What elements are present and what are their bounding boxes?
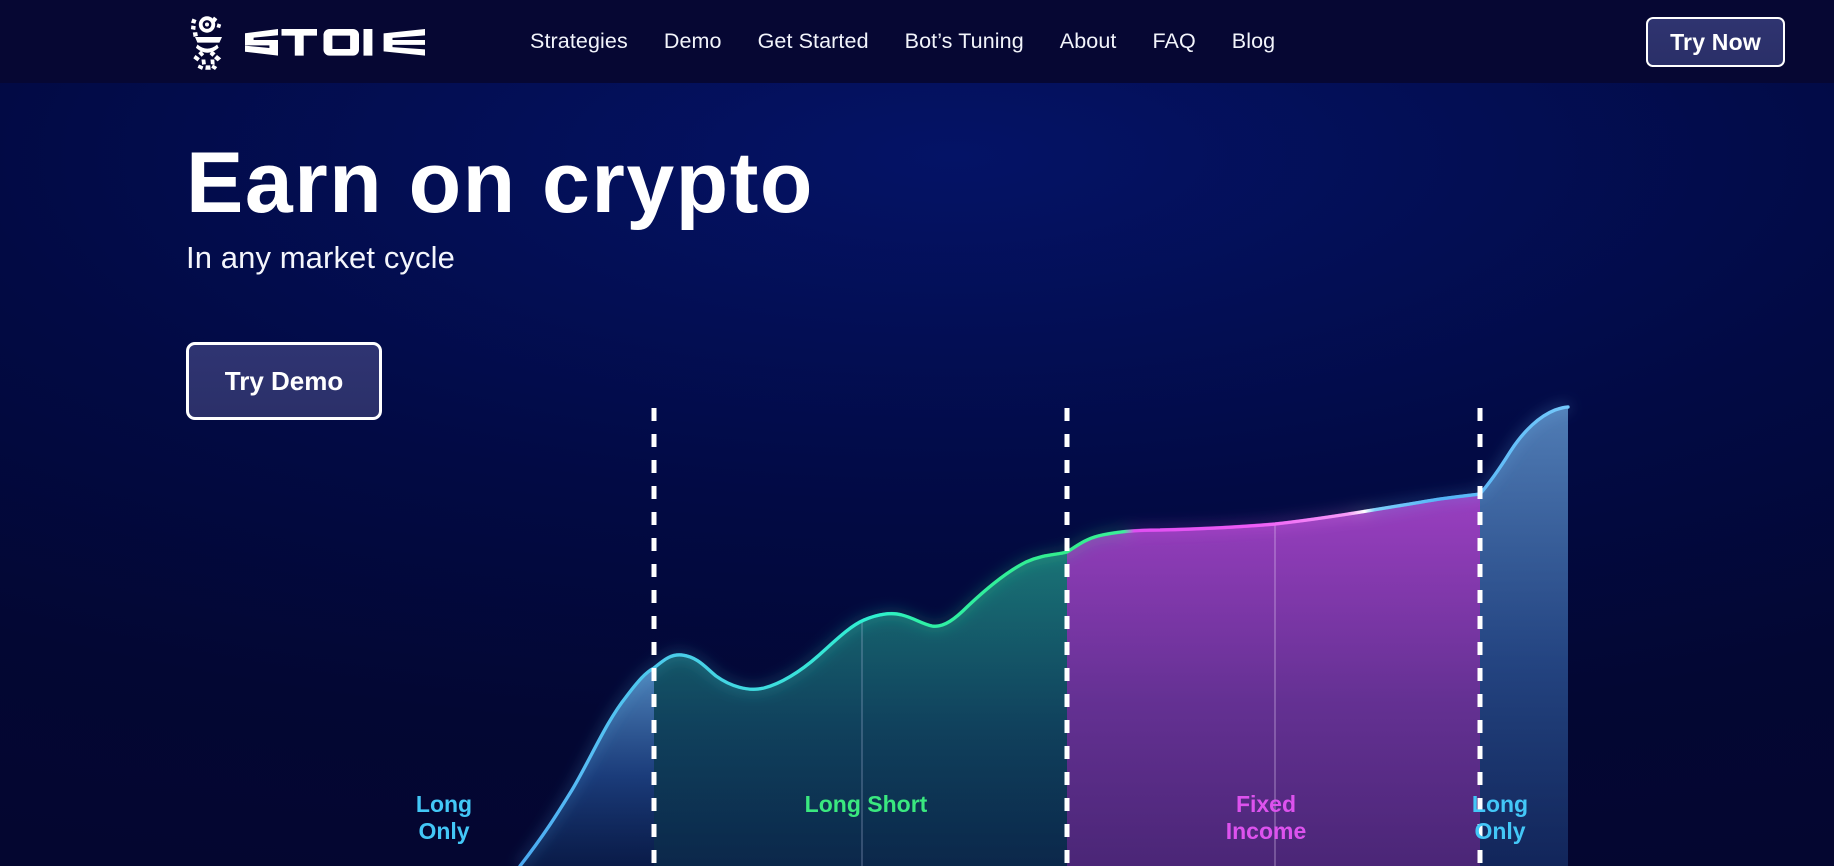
nav-link-about[interactable]: About	[1060, 29, 1117, 54]
nav-link-blog[interactable]: Blog	[1232, 29, 1275, 54]
nav-link-faq[interactable]: FAQ	[1152, 29, 1195, 54]
stoic-statue-logo-icon	[190, 16, 222, 70]
page-title: Earn on crypto	[186, 135, 814, 231]
main-navigation: Strategies Demo Get Started Bot’s Tuning…	[530, 0, 1275, 83]
site-header: Strategies Demo Get Started Bot’s Tuning…	[0, 0, 1834, 83]
logo[interactable]	[186, 14, 425, 70]
try-now-button[interactable]: Try Now	[1646, 17, 1785, 67]
nav-link-strategies[interactable]: Strategies	[530, 29, 628, 54]
chart-area-fills	[520, 407, 1568, 866]
logo-wordmark-stoic	[245, 28, 425, 56]
area-fill-long-short	[654, 552, 1067, 866]
try-demo-button[interactable]: Try Demo	[186, 342, 382, 420]
nav-link-bots-tuning[interactable]: Bot’s Tuning	[905, 29, 1024, 54]
nav-link-get-started[interactable]: Get Started	[758, 29, 869, 54]
nav-link-demo[interactable]: Demo	[664, 29, 722, 54]
hero-subtitle: In any market cycle	[186, 240, 455, 275]
market-cycle-chart	[0, 0, 1834, 866]
hero-section: Earn on crypto In any market cycle Try D…	[186, 140, 814, 420]
landing-page: Long Only Long Short Fixed Income Long O…	[0, 0, 1834, 866]
area-fill-fixed-income	[1067, 494, 1480, 866]
